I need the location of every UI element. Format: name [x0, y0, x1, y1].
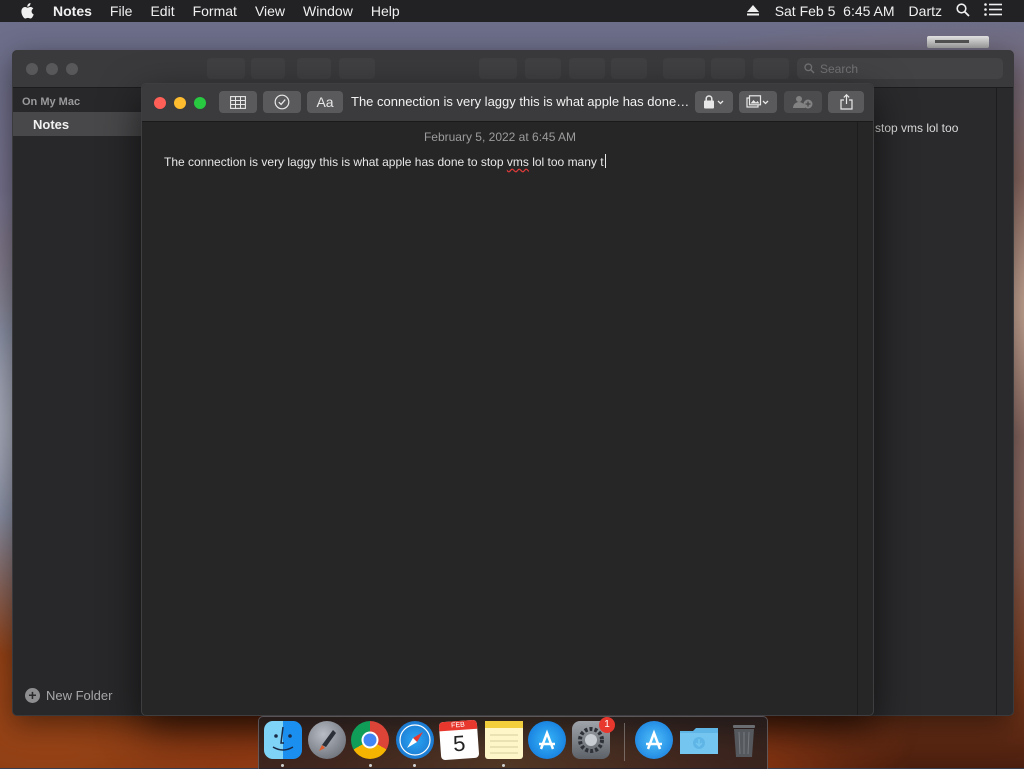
app-store-installer-icon[interactable]	[635, 721, 673, 759]
note-date: February 5, 2022 at 6:45 AM	[423, 130, 577, 144]
menu-view[interactable]: View	[255, 3, 285, 19]
apple-menu-icon[interactable]	[20, 3, 40, 19]
note-text-start: The connection is very laggy this is wha…	[164, 155, 507, 169]
new-folder-button[interactable]: + New Folder	[25, 688, 112, 703]
new-note-button[interactable]	[339, 58, 375, 79]
zoom-button[interactable]	[194, 97, 206, 109]
safari-running-indicator	[413, 764, 416, 767]
table-icon	[230, 95, 246, 109]
main-minimize-button[interactable]	[46, 63, 58, 75]
minimize-button[interactable]	[174, 97, 186, 109]
add-media-button[interactable]	[739, 91, 777, 113]
chrome-icon[interactable]	[351, 721, 389, 759]
share-icon	[839, 94, 853, 110]
hard-drive-icon[interactable]	[927, 36, 989, 48]
notes-app-icon[interactable]	[485, 721, 523, 759]
menu-window[interactable]: Window	[303, 3, 353, 19]
lock-note-button[interactable]	[695, 91, 733, 113]
menu-file[interactable]: File	[110, 3, 133, 19]
note-titlebar: Aa The connection is very laggy this is …	[142, 84, 873, 122]
folders-sidebar: On My Mac Notes + New Folder	[13, 88, 141, 715]
table-button[interactable]	[219, 91, 257, 113]
calendar-day: 5	[452, 730, 467, 757]
checklist-button[interactable]	[263, 91, 301, 113]
system-preferences-icon[interactable]: 1	[572, 717, 615, 759]
photo-icon	[746, 95, 770, 109]
main-collaborate-button[interactable]	[711, 58, 745, 79]
new-folder-label: New Folder	[46, 688, 113, 703]
notification-center-icon[interactable]	[984, 3, 1002, 19]
notification-badge: 1	[599, 717, 615, 733]
chrome-running-indicator	[369, 764, 372, 767]
checklist-icon	[274, 94, 290, 110]
plus-icon: +	[25, 688, 40, 703]
add-people-button[interactable]	[784, 91, 822, 113]
note-text-end: lol too many t	[528, 155, 604, 169]
main-checklist-button[interactable]	[569, 58, 605, 79]
note-window-title: The connection is very laggy this is wha…	[351, 94, 691, 109]
delete-note-button[interactable]	[297, 58, 331, 79]
close-button[interactable]	[154, 97, 166, 109]
downloads-folder-icon[interactable]	[679, 721, 718, 759]
search-placeholder: Search	[820, 61, 859, 76]
menu-edit[interactable]: Edit	[150, 3, 174, 19]
menu-format[interactable]: Format	[193, 3, 237, 19]
share-button[interactable]	[828, 91, 864, 113]
note-list-item-preview[interactable]: stop vms lol too	[875, 121, 958, 135]
main-lock-button[interactable]	[479, 58, 517, 79]
search-icon	[804, 63, 815, 74]
main-zoom-button[interactable]	[66, 63, 78, 75]
menu-help[interactable]: Help	[371, 3, 400, 19]
menu-app-notes[interactable]: Notes	[53, 3, 92, 19]
text-cursor	[604, 154, 606, 168]
calendar-icon[interactable]: FEB 5	[438, 719, 480, 761]
dock-separator	[624, 723, 625, 761]
misspelled-word[interactable]: vms	[507, 155, 529, 169]
notes-running-indicator	[502, 764, 505, 767]
eject-icon[interactable]	[746, 3, 759, 19]
sidebar-section-header: On My Mac	[22, 96, 81, 108]
attachments-browser-button[interactable]	[251, 58, 285, 79]
main-divider	[996, 88, 997, 715]
note-window: Aa The connection is very laggy this is …	[141, 83, 874, 716]
add-people-icon	[792, 95, 814, 109]
main-format-button[interactable]	[611, 58, 647, 79]
safari-icon[interactable]	[396, 721, 434, 759]
main-media-button[interactable]	[663, 58, 705, 79]
main-close-button[interactable]	[26, 63, 38, 75]
finder-running-indicator	[281, 764, 284, 767]
search-field[interactable]: Search	[797, 58, 1003, 79]
finder-icon[interactable]	[264, 721, 302, 759]
note-scroll-divider	[857, 122, 858, 715]
sidebar-toggle-button[interactable]	[207, 58, 245, 79]
note-body-text[interactable]: The connection is very laggy this is wha…	[164, 154, 606, 169]
text-format-icon: Aa	[316, 94, 334, 110]
user-name[interactable]: Dartz	[909, 3, 942, 19]
launchpad-icon[interactable]	[308, 721, 346, 759]
lock-icon	[703, 95, 725, 109]
main-share-button[interactable]	[753, 58, 789, 79]
format-button[interactable]: Aa	[307, 91, 343, 113]
trash-icon[interactable]	[725, 721, 763, 759]
spotlight-search-icon[interactable]	[956, 2, 970, 20]
dock: FEB 5 1	[258, 716, 768, 769]
sidebar-item-notes[interactable]: Notes	[13, 112, 141, 136]
menu-bar: Notes File Edit Format View Window Help …	[0, 0, 1024, 22]
app-store-icon[interactable]	[528, 721, 566, 759]
clock[interactable]: Sat Feb 5 6:45 AM	[775, 3, 895, 19]
main-table-button[interactable]	[525, 58, 561, 79]
